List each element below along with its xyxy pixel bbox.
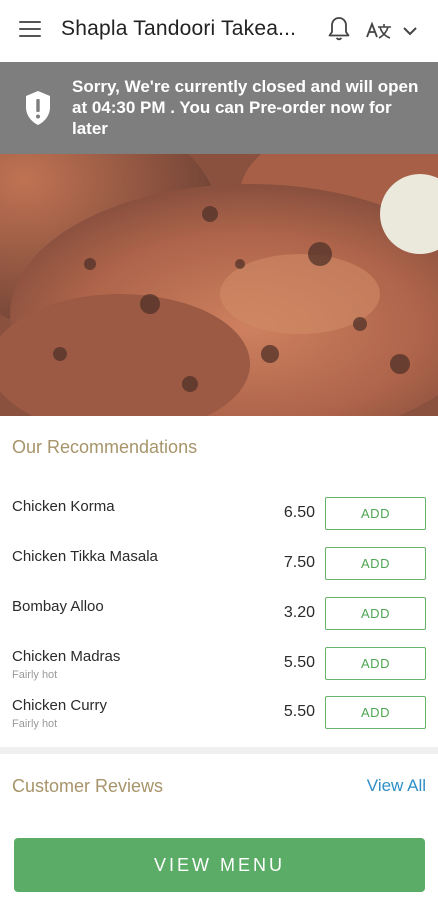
add-button[interactable]: ADD — [325, 547, 426, 580]
list-item: Chicken Curry Fairly hot 5.50 ADD — [0, 687, 438, 737]
closed-banner: Sorry, We're currently closed and will o… — [0, 62, 438, 154]
item-name: Chicken Korma — [12, 498, 115, 515]
language-icon[interactable] — [364, 19, 394, 43]
list-item: Chicken Korma 6.50 ADD — [0, 488, 438, 538]
chevron-down-icon[interactable] — [402, 23, 418, 39]
item-name: Chicken Tikka Masala — [12, 548, 158, 565]
list-item: Chicken Tikka Masala 7.50 ADD — [0, 538, 438, 588]
item-price: 6.50 — [283, 504, 315, 521]
restaurant-title: Shapla Tandoori Takea... — [61, 17, 297, 40]
item-price: 7.50 — [283, 554, 315, 571]
item-price: 5.50 — [283, 703, 315, 720]
item-subtitle: Fairly hot — [12, 669, 58, 681]
section-divider — [0, 747, 438, 754]
view-menu-button[interactable]: VIEW MENU — [14, 838, 425, 892]
add-button[interactable]: ADD — [325, 696, 426, 729]
hero-food-image — [0, 154, 438, 416]
item-subtitle: Fairly hot — [12, 718, 58, 730]
closed-message: Sorry, We're currently closed and will o… — [72, 77, 419, 138]
view-all-link[interactable]: View All — [367, 776, 426, 796]
reviews-title: Customer Reviews — [12, 776, 164, 796]
app-header: Shapla Tandoori Takea... — [0, 0, 438, 62]
add-button[interactable]: ADD — [325, 497, 426, 530]
add-button[interactable]: ADD — [325, 597, 426, 630]
list-item: Bombay Alloo 3.20 ADD — [0, 588, 438, 638]
item-price: 3.20 — [283, 604, 315, 621]
item-name: Chicken Curry — [12, 697, 108, 714]
recommendations-title: Our Recommendations — [12, 437, 198, 457]
bell-icon[interactable] — [327, 16, 351, 42]
add-button[interactable]: ADD — [325, 647, 426, 680]
shield-alert-icon — [26, 91, 50, 125]
menu-icon[interactable] — [19, 21, 41, 41]
item-name: Bombay Alloo — [12, 598, 104, 615]
item-price: 5.50 — [283, 654, 315, 671]
list-item: Chicken Madras Fairly hot 5.50 ADD — [0, 638, 438, 688]
item-name: Chicken Madras — [12, 648, 121, 665]
